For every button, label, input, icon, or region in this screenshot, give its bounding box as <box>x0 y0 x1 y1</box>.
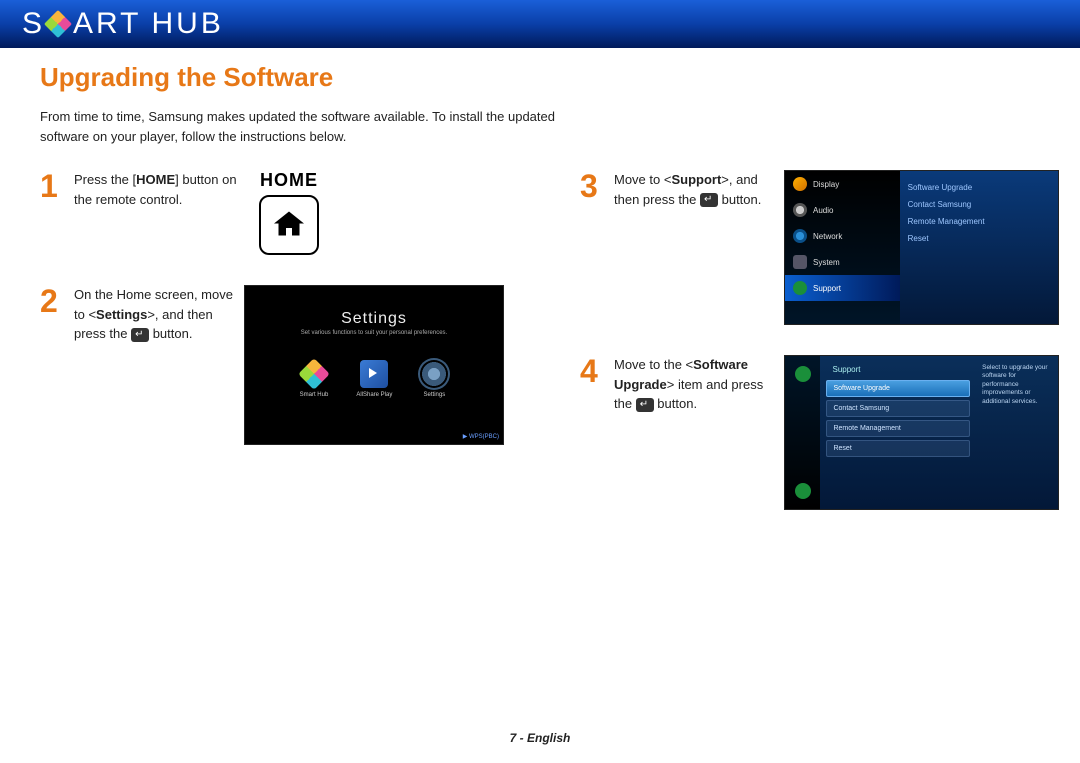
menu-item: Remote Management <box>908 213 1050 230</box>
page-title: Upgrading the Software <box>40 62 1040 93</box>
house-icon <box>271 207 307 243</box>
step-text: On the Home screen, move to <Settings>, … <box>74 285 244 445</box>
settings-screenshot: Settings Set various functions to suit y… <box>244 285 504 445</box>
brand-banner: S ART HUB <box>0 0 1080 48</box>
step-1: 1 Press the [HOME] button on the remote … <box>40 170 510 255</box>
network-icon <box>793 229 807 243</box>
brand-text-c: HUB <box>151 7 223 41</box>
enter-key-icon <box>131 328 149 342</box>
step-number: 1 <box>40 170 74 255</box>
brand-text-b: ART <box>73 7 141 41</box>
audio-icon <box>793 203 807 217</box>
page-footer: 7 - English <box>0 731 1080 745</box>
intro-text: From time to time, Samsung makes updated… <box>40 107 560 146</box>
software-upgrade-screenshot: Support Software Upgrade Contact Samsung… <box>784 355 1059 510</box>
step-number: 2 <box>40 285 74 445</box>
settings-subtitle: Set various functions to suit your perso… <box>245 330 503 336</box>
step-number: 4 <box>580 355 614 510</box>
description-panel: Select to upgrade your software for perf… <box>976 356 1058 509</box>
system-icon <box>793 255 807 269</box>
settings-title: Settings <box>245 310 503 328</box>
menu-item: Remote Management <box>826 420 970 437</box>
home-button-icon <box>259 195 319 255</box>
step-3: 3 Move to <Support>, and then press the … <box>580 170 1059 325</box>
menu-item: Reset <box>826 440 970 457</box>
step-text: Move to the <Software Upgrade> item and … <box>614 355 784 510</box>
menu-item: Contact Samsung <box>908 196 1050 213</box>
smarthub-icon <box>298 358 330 390</box>
support-icon <box>795 366 811 382</box>
allshare-icon <box>360 360 388 388</box>
brand-text-a: S <box>22 7 45 41</box>
wps-label: ▶ WPS(PBC) <box>463 433 499 440</box>
step-4: 4 Move to the <Software Upgrade> item an… <box>580 355 1059 510</box>
menu-item-software-upgrade: Software Upgrade <box>826 380 970 397</box>
settings-gear-icon <box>420 360 448 388</box>
menu-item: Contact Samsung <box>826 400 970 417</box>
step-text: Press the [HOME] button on the remote co… <box>74 170 244 255</box>
menu-item: Reset <box>908 230 1050 247</box>
step-2: 2 On the Home screen, move to <Settings>… <box>40 285 510 445</box>
display-icon <box>793 177 807 191</box>
panel-header: Support <box>826 362 970 377</box>
support-icon <box>793 281 807 295</box>
menu-item: Software Upgrade <box>908 179 1050 196</box>
step-text: Move to <Support>, and then press the bu… <box>614 170 784 325</box>
enter-key-icon <box>636 398 654 412</box>
enter-key-icon <box>700 193 718 207</box>
support-menu-screenshot: Display Audio Network System Support Sof… <box>784 170 1059 325</box>
help-icon <box>795 483 811 499</box>
home-label: HOME <box>244 170 334 191</box>
brand-cube-icon <box>44 10 72 38</box>
step-number: 3 <box>580 170 614 325</box>
